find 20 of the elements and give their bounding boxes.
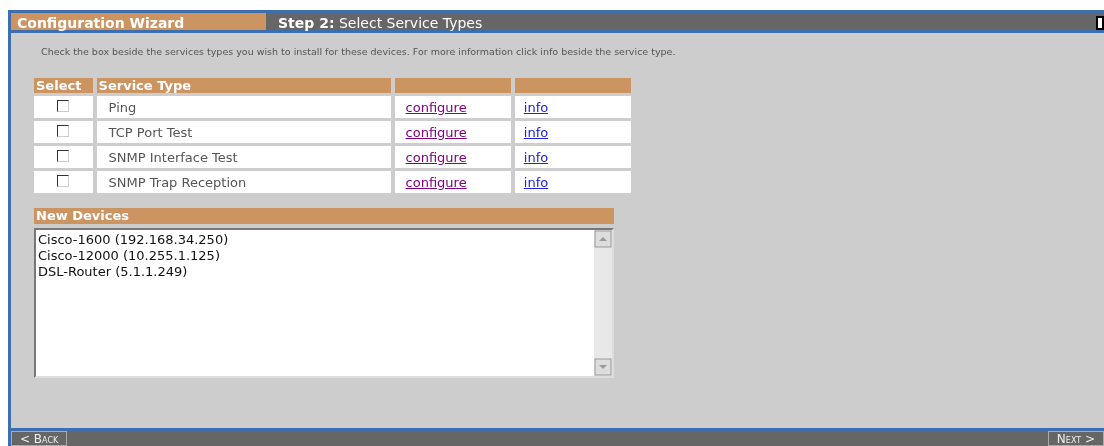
section-header: New Devices bbox=[34, 208, 614, 225]
checkbox[interactable] bbox=[57, 99, 70, 112]
checkbox[interactable] bbox=[57, 174, 70, 187]
device-item[interactable]: Cisco-12000 (10.255.1.125) bbox=[38, 248, 220, 264]
service-name: SNMP Trap Reception bbox=[108, 174, 247, 190]
device-list[interactable]: Cisco-1600 (192.168.34.250) Cisco-12000 (10.255.1.125) DSL-Router (5.1.1.249) bbox=[34, 228, 614, 379]
device-item[interactable]: Cisco-1600 (192.168.34.250) bbox=[38, 232, 229, 248]
service-name: SNMP Interface Test bbox=[108, 149, 238, 165]
device-item[interactable]: DSL-Router (5.1.1.249) bbox=[38, 264, 188, 280]
next-button[interactable]: Next > bbox=[1047, 431, 1104, 446]
checkbox[interactable] bbox=[57, 149, 70, 162]
column-header: Select bbox=[34, 78, 93, 94]
service-name: TCP Port Test bbox=[108, 124, 193, 140]
instructions-text: Check the box beside the services types you wish to install for these devices. For more information click info beside the service type. bbox=[40, 45, 677, 59]
column-header: Service Type bbox=[96, 78, 391, 94]
service-name: Ping bbox=[108, 99, 137, 115]
checkbox[interactable] bbox=[57, 124, 70, 137]
window-title: Configuration Wizard bbox=[11, 13, 266, 30]
back-button[interactable]: < Back bbox=[11, 431, 68, 446]
step-title: Step 2: Select Service Types bbox=[277, 14, 484, 30]
